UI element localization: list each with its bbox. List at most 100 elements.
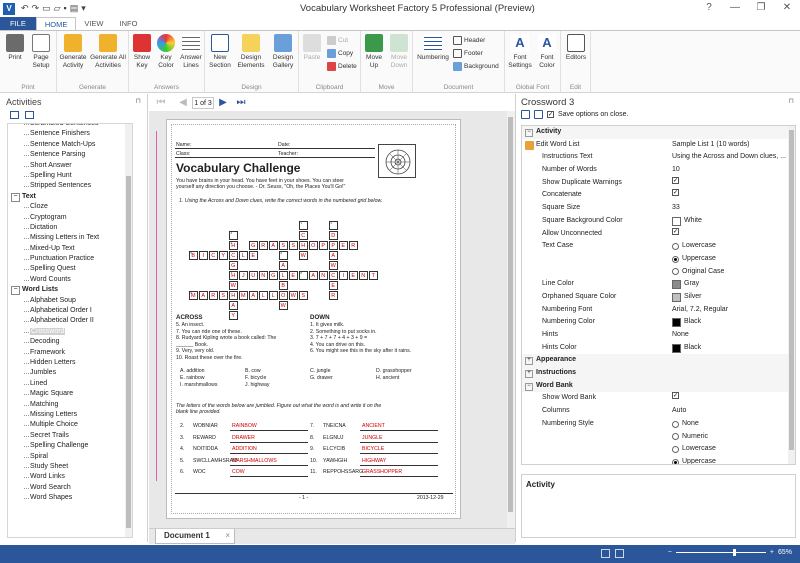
activity-item[interactable]: Jumbles xyxy=(8,368,132,378)
activity-item[interactable]: Mixed-Up Text xyxy=(8,244,132,254)
help-button[interactable]: ? xyxy=(696,0,722,17)
property-color[interactable]: Black xyxy=(672,316,701,329)
activity-item[interactable]: Framework xyxy=(8,348,132,358)
activity-item[interactable]: Cryptogram xyxy=(8,213,132,223)
activity-item[interactable]: Secret Trails xyxy=(8,431,132,441)
design-elements-button[interactable]: Design Elements xyxy=(234,34,268,70)
activity-item[interactable]: Word Search xyxy=(8,483,132,493)
view-normal-icon[interactable] xyxy=(601,549,610,558)
property-row[interactable]: Show Word Bank ✓ xyxy=(522,392,795,405)
property-radio[interactable]: Lowercase xyxy=(672,240,716,253)
property-category[interactable]: Instructions xyxy=(522,367,795,380)
print-icon[interactable]: ▤ xyxy=(70,3,79,14)
generate-activity-button[interactable]: Generate Activity xyxy=(59,34,87,70)
color-swatch[interactable] xyxy=(672,216,681,226)
radio-icon[interactable] xyxy=(672,458,679,464)
activity-item[interactable]: Missing Letters in Text xyxy=(8,233,132,243)
activity-item[interactable]: Punctuation Practice xyxy=(8,254,132,264)
zoom-slider-knob[interactable] xyxy=(732,549,736,556)
document-scrollbar[interactable] xyxy=(507,111,515,528)
scrollbar-thumb[interactable] xyxy=(126,176,131,528)
move-up-button[interactable]: Move Up xyxy=(363,34,385,70)
minimize-button[interactable]: — xyxy=(722,0,748,17)
tab-view[interactable]: VIEW xyxy=(76,17,111,30)
property-radio[interactable]: Numeric xyxy=(672,431,708,444)
property-row[interactable]: Columns Auto xyxy=(522,405,795,418)
property-radio[interactable]: None xyxy=(672,418,699,431)
activity-item[interactable]: Cloze xyxy=(8,202,132,212)
background-button[interactable]: Background xyxy=(453,62,499,71)
radio-icon[interactable] xyxy=(672,433,679,441)
property-checkbox[interactable]: ✓ xyxy=(672,392,679,400)
property-checkbox[interactable]: ✓ xyxy=(672,176,679,184)
property-row[interactable]: Show Duplicate Warnings ✓ xyxy=(522,176,795,190)
font-settings-button[interactable]: A Font Settings xyxy=(507,34,533,70)
checkbox-icon[interactable]: ✓ xyxy=(672,176,679,184)
zoom-out-button[interactable]: − xyxy=(668,549,672,556)
activity-item[interactable]: Word Shapes xyxy=(8,493,132,503)
copy-button[interactable]: Copy xyxy=(327,49,353,58)
activity-item[interactable]: Spiral xyxy=(8,452,132,462)
activity-item[interactable]: Missing Letters xyxy=(8,410,132,420)
activity-item[interactable]: Dictation xyxy=(8,223,132,233)
move-down-button[interactable]: Move Down xyxy=(387,34,411,70)
property-row[interactable]: Allow Unconnected ✓ xyxy=(522,227,795,241)
previous-page-icon[interactable]: ◀ xyxy=(177,97,189,109)
checkbox-icon[interactable]: ✓ xyxy=(672,227,679,235)
property-value[interactable]: None xyxy=(672,329,689,342)
property-row[interactable]: Square Background Color White xyxy=(522,215,795,228)
close-button[interactable]: ✕ xyxy=(774,0,800,17)
open-folder-icon[interactable]: ▱ xyxy=(54,3,61,14)
radio-icon[interactable] xyxy=(672,446,679,454)
maximize-button[interactable]: ❐ xyxy=(748,0,774,17)
close-tab-icon[interactable]: × xyxy=(225,529,230,543)
property-row[interactable]: Numbering Style None xyxy=(522,418,795,431)
activity-item[interactable]: Alphabetical Order I xyxy=(8,306,132,316)
activity-item[interactable]: Crossword xyxy=(8,327,132,337)
property-radio[interactable]: Uppercase xyxy=(672,456,716,464)
property-color[interactable]: Black xyxy=(672,342,701,355)
property-row[interactable]: Numbering Font Arial, 7.2, Regular xyxy=(522,304,795,317)
expand-all-icon[interactable] xyxy=(10,111,19,119)
activity-item[interactable]: Matching xyxy=(8,400,132,410)
property-row[interactable]: Orphaned Square Color Silver xyxy=(522,291,795,304)
answer-lines-button[interactable]: Answer Lines xyxy=(179,34,203,70)
new-document-icon[interactable]: ▭ xyxy=(42,3,51,14)
scrollbar-thumb[interactable] xyxy=(508,117,513,512)
property-row[interactable]: Edit Word List Sample List 1 (10 words) xyxy=(522,139,795,152)
property-row[interactable]: Concatenate ✓ xyxy=(522,189,795,202)
new-section-button[interactable]: New Section xyxy=(207,34,233,70)
checkbox-icon[interactable]: ✓ xyxy=(672,189,679,197)
pin-icon[interactable]: ⊓ xyxy=(136,97,141,105)
activities-scrollbar[interactable] xyxy=(125,124,132,537)
key-color-button[interactable]: Key Color xyxy=(154,34,178,70)
activity-item[interactable]: Study Sheet xyxy=(8,462,132,472)
property-row[interactable]: Numeric xyxy=(522,431,795,444)
zoom-in-button[interactable]: + xyxy=(770,549,774,556)
delete-button[interactable]: Delete xyxy=(327,62,357,71)
property-radio[interactable]: Uppercase xyxy=(672,253,716,266)
tab-file[interactable]: FILE xyxy=(0,17,36,30)
property-value[interactable]: 10 xyxy=(672,164,680,177)
first-page-icon[interactable]: ⏮ xyxy=(155,97,167,109)
undo-icon[interactable]: ↶ xyxy=(21,3,29,14)
property-color[interactable]: White xyxy=(672,215,702,228)
property-row[interactable]: Text Case Lowercase xyxy=(522,240,795,253)
property-category[interactable]: Word Bank xyxy=(522,379,795,393)
property-row[interactable]: Line Color Gray xyxy=(522,278,795,291)
property-value[interactable]: Sample List 1 (10 words) xyxy=(672,139,749,152)
tab-info[interactable]: INFO xyxy=(112,17,146,30)
activity-item[interactable]: Sentence Parsing xyxy=(8,150,132,160)
activity-item[interactable]: Spelling Hunt xyxy=(8,171,132,181)
last-page-icon[interactable]: ⏭ xyxy=(235,97,247,109)
property-color[interactable]: Gray xyxy=(672,278,699,291)
property-row[interactable]: Uppercase xyxy=(522,456,795,464)
radio-icon[interactable] xyxy=(672,420,679,428)
color-swatch[interactable] xyxy=(672,343,681,353)
generate-all-button[interactable]: Generate All Activities xyxy=(89,34,127,70)
activity-item[interactable]: Short Answer xyxy=(8,161,132,171)
design-gallery-button[interactable]: Design Gallery xyxy=(269,34,297,70)
activity-category[interactable]: Word Lists xyxy=(8,285,132,296)
property-row[interactable]: Hints None xyxy=(522,329,795,342)
property-checkbox[interactable]: ✓ xyxy=(672,227,679,235)
